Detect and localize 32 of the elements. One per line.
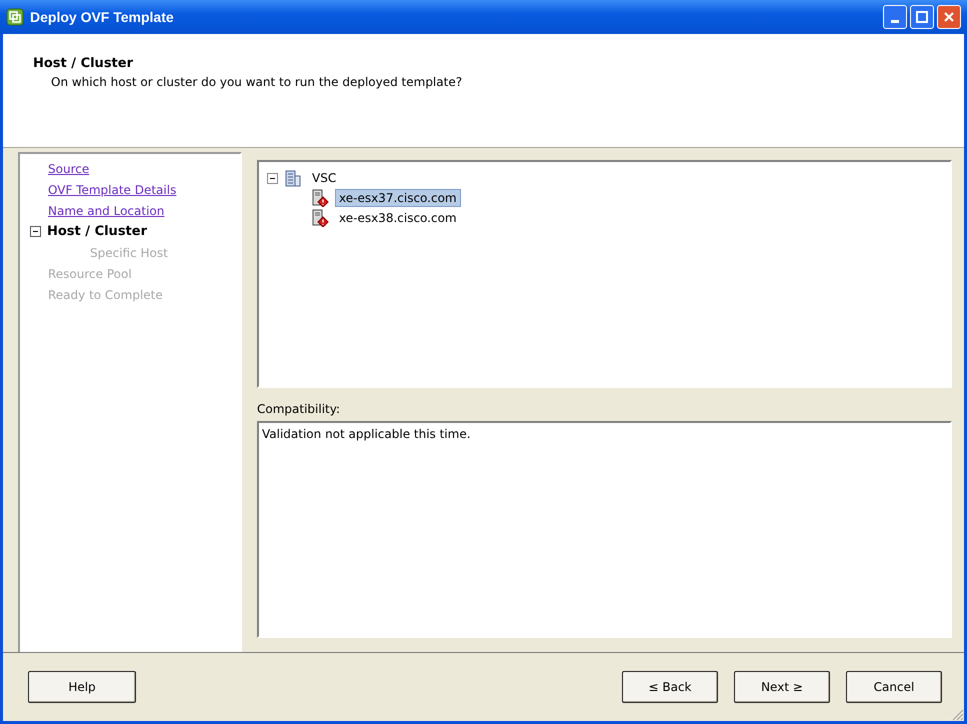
compatibility-message: Validation not applicable this time. [262,427,471,441]
maximize-icon [916,11,928,23]
server-warning-icon [311,189,329,207]
wizard-step[interactable]: Source [48,162,90,176]
wizard-step: Specific Host [90,246,168,260]
close-icon [943,11,955,23]
wizard-step: Host / Cluster [47,224,147,239]
wizard-button[interactable]: Next ≥ [734,671,830,703]
tree-item[interactable]: xe-esx37.cisco.com [335,189,461,207]
wizard-button[interactable]: Cancel [846,671,942,703]
wizard-step: Ready to Complete [48,288,163,302]
app-icon [6,8,24,26]
close-button[interactable] [937,5,961,29]
help-button[interactable]: Help [28,671,136,703]
page-subtitle: On which host or cluster do you want to run the deployed template? [51,75,464,89]
collapse-icon[interactable] [267,172,278,184]
tree-item[interactable]: xe-esx38.cisco.com [335,209,461,227]
tree-item[interactable]: VSC [308,169,340,187]
minimize-icon [891,20,899,22]
window-title: Deploy OVF Template [30,9,175,25]
wizard-button[interactable]: ≤ Back [622,671,718,703]
wizard-step[interactable]: Name and Location [48,204,164,218]
server-warning-icon [311,209,329,227]
building-icon [284,169,302,187]
minimize-button[interactable] [883,5,907,29]
wizard-step[interactable]: OVF Template Details [48,182,176,196]
compatibility-label: Compatibility: [257,402,342,416]
collapse-icon[interactable] [30,226,41,237]
wizard-step: Resource Pool [48,266,132,280]
maximize-button[interactable] [910,5,934,29]
page-title: Host / Cluster [33,56,134,71]
resize-grip-icon[interactable] [950,707,964,721]
